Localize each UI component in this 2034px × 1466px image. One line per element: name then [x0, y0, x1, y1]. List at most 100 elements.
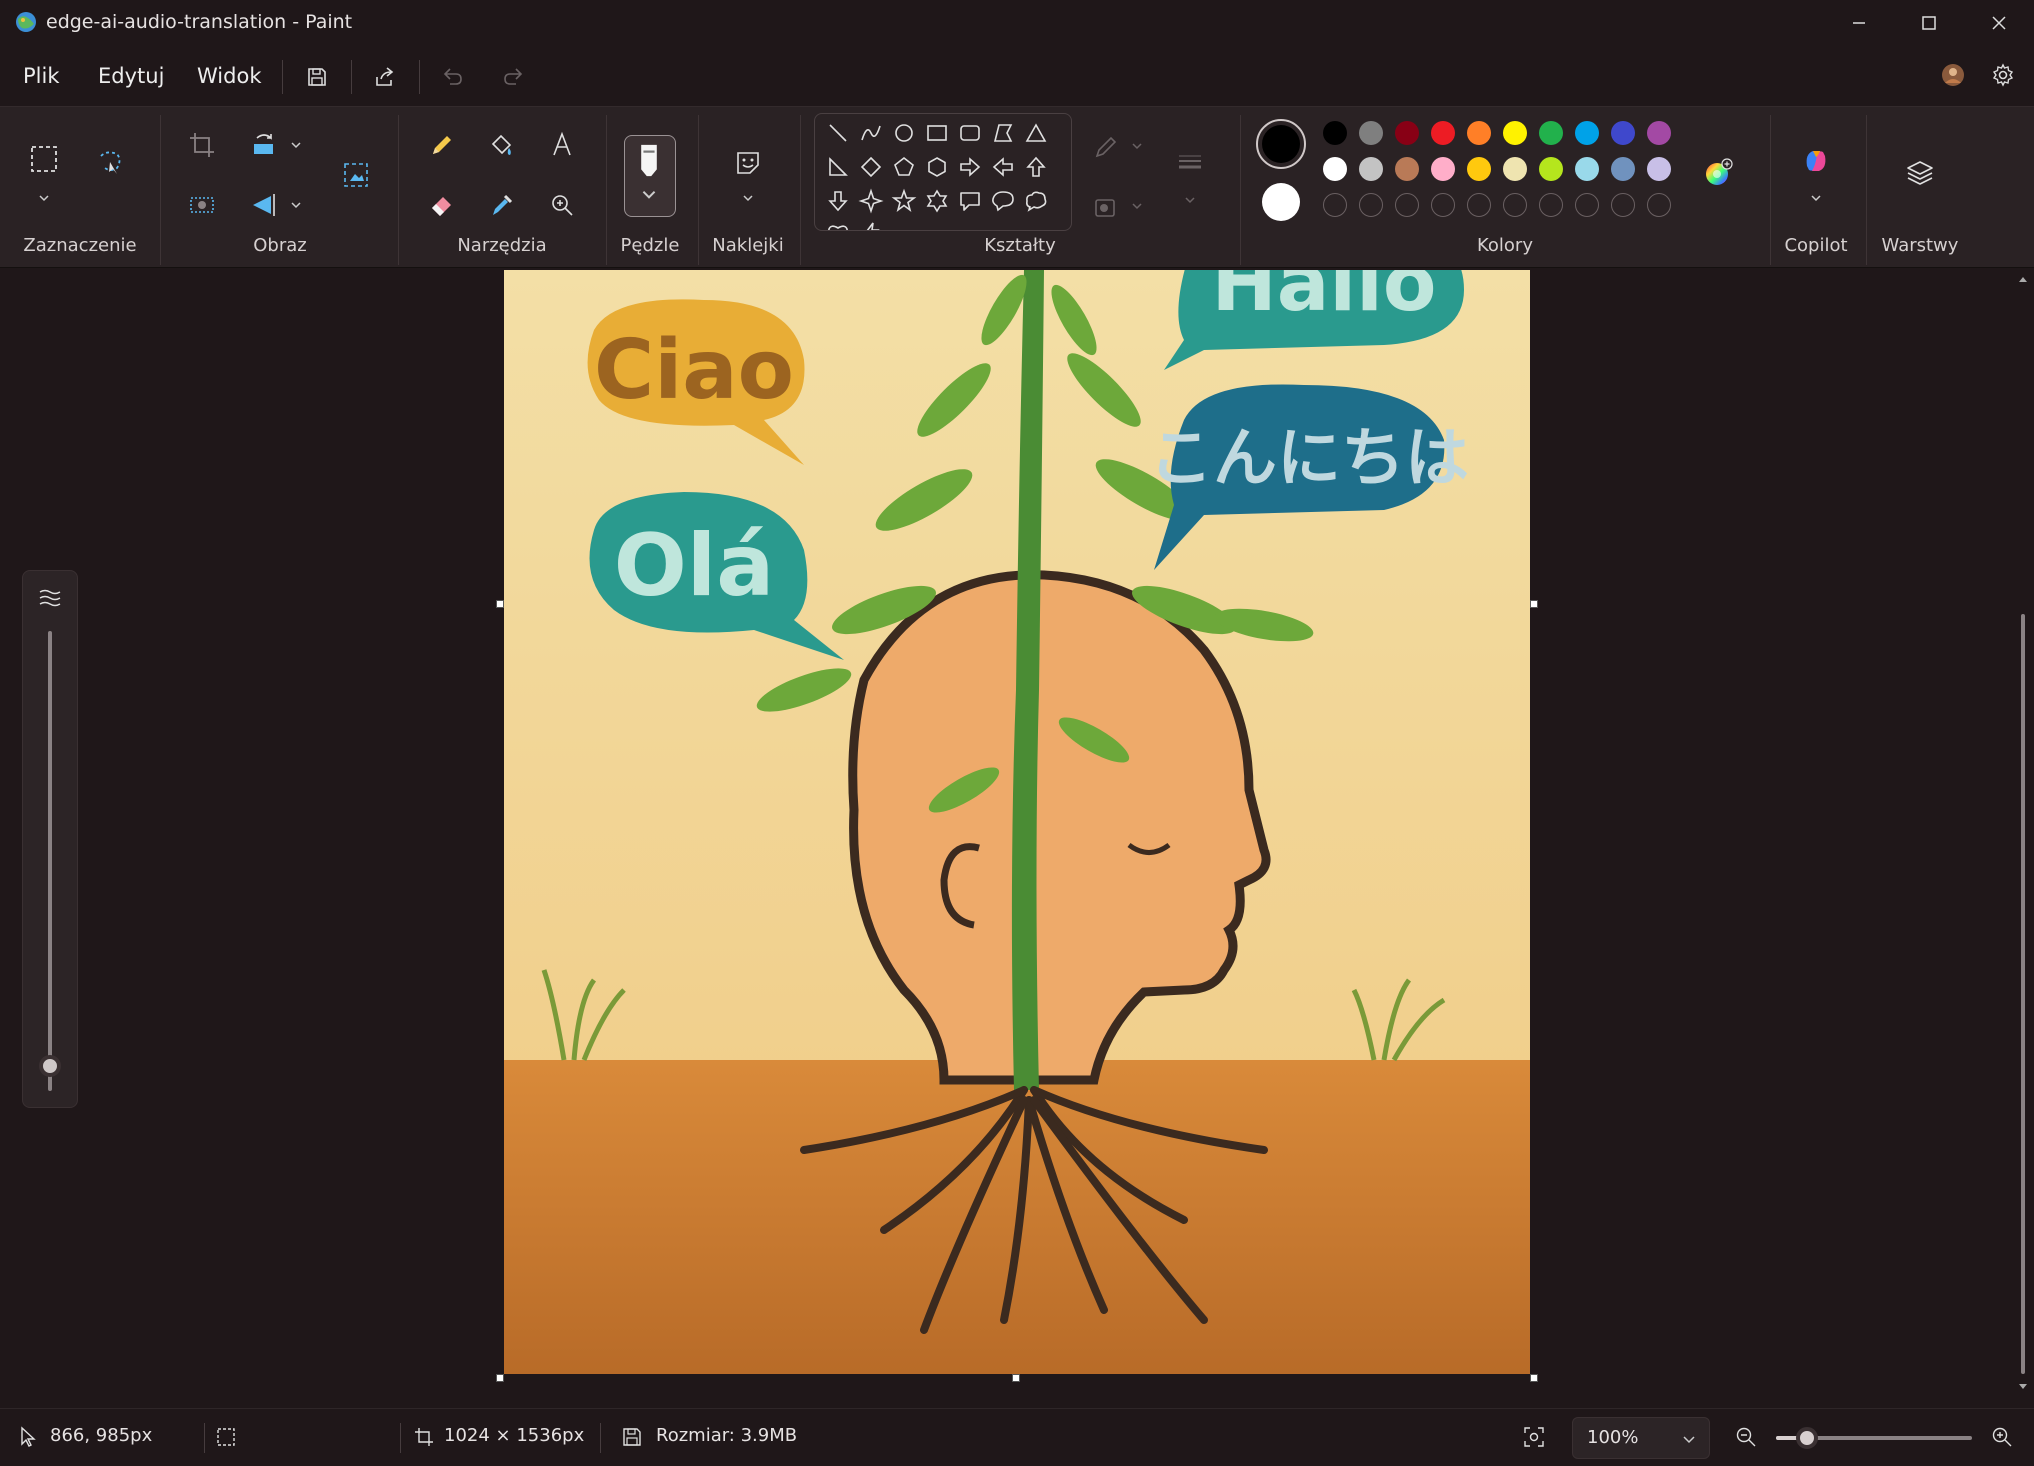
- undo-button[interactable]: [436, 60, 470, 94]
- chevron-down-icon[interactable]: [1809, 191, 1823, 205]
- shape-hexagon[interactable]: [924, 154, 950, 180]
- text-tool[interactable]: [542, 125, 582, 165]
- settings-button[interactable]: [1986, 58, 2020, 92]
- shape-heart[interactable]: [825, 220, 851, 230]
- custom-color-slot[interactable]: [1359, 193, 1383, 217]
- magnifier-tool[interactable]: [542, 185, 582, 225]
- shape-five-point-star[interactable]: [891, 188, 917, 214]
- color-swatch[interactable]: [1467, 121, 1491, 145]
- rectangle-select-button[interactable]: [24, 139, 64, 179]
- color-swatch[interactable]: [1503, 157, 1527, 181]
- color-swatch[interactable]: [1359, 157, 1383, 181]
- custom-color-slot[interactable]: [1503, 193, 1527, 217]
- color-swatch[interactable]: [1323, 121, 1347, 145]
- background-removal-button[interactable]: [182, 185, 222, 225]
- shape-polygon[interactable]: [990, 120, 1016, 146]
- shape-right-arrow[interactable]: [957, 154, 983, 180]
- maximize-button[interactable]: [1894, 0, 1964, 46]
- chevron-down-icon[interactable]: [741, 191, 755, 205]
- canvas-resize-handle-bottom[interactable]: [1012, 1374, 1020, 1382]
- layers-button[interactable]: [1900, 153, 1940, 193]
- share-button[interactable]: [368, 60, 402, 94]
- shape-six-point-star[interactable]: [924, 188, 950, 214]
- canvas-resize-handle-bottom-left[interactable]: [496, 1374, 504, 1382]
- close-button[interactable]: [1964, 0, 2034, 46]
- color-swatch[interactable]: [1431, 121, 1455, 145]
- shape-rounded-rectangle[interactable]: [957, 120, 983, 146]
- menu-file[interactable]: Plik: [23, 64, 60, 88]
- shape-four-point-star[interactable]: [858, 188, 884, 214]
- color-swatch[interactable]: [1359, 121, 1383, 145]
- color-swatch[interactable]: [1467, 157, 1491, 181]
- color-swatch[interactable]: [1431, 157, 1455, 181]
- secondary-color[interactable]: [1262, 183, 1300, 221]
- shape-rectangle[interactable]: [924, 120, 950, 146]
- minimize-button[interactable]: [1824, 0, 1894, 46]
- shape-up-arrow[interactable]: [1023, 154, 1049, 180]
- chevron-down-icon[interactable]: [37, 191, 51, 205]
- scrollbar-thumb[interactable]: [2021, 614, 2025, 1374]
- fit-to-window-icon[interactable]: [1522, 1425, 1546, 1449]
- eraser-tool[interactable]: [422, 185, 462, 225]
- color-swatch[interactable]: [1395, 121, 1419, 145]
- shape-rect-callout[interactable]: [957, 188, 983, 214]
- line-size-button[interactable]: [1170, 143, 1210, 183]
- color-swatch[interactable]: [1647, 157, 1671, 181]
- vertical-scrollbar[interactable]: [2018, 274, 2028, 1394]
- shape-oval-callout[interactable]: [990, 188, 1016, 214]
- shape-outline-button[interactable]: [1086, 127, 1126, 167]
- color-picker-tool[interactable]: [482, 185, 522, 225]
- primary-color[interactable]: [1256, 119, 1306, 169]
- canvas-resize-handle-bottom-right[interactable]: [1530, 1374, 1538, 1382]
- chevron-down-icon[interactable]: [289, 138, 303, 152]
- custom-color-slot[interactable]: [1323, 193, 1347, 217]
- fill-tool[interactable]: [482, 125, 522, 165]
- free-select-button[interactable]: [90, 143, 130, 183]
- shape-pentagon[interactable]: [891, 154, 917, 180]
- drawing-canvas[interactable]: Ciao Hallo こんにちは Olá: [504, 270, 1530, 1374]
- zoom-out-icon[interactable]: [1734, 1425, 1758, 1449]
- shape-diamond[interactable]: [858, 154, 884, 180]
- menu-edit[interactable]: Edytuj: [98, 64, 164, 88]
- shape-triangle[interactable]: [1023, 120, 1049, 146]
- zoom-slider-thumb[interactable]: [1796, 1427, 1819, 1449]
- shape-fill-button[interactable]: [1086, 187, 1126, 227]
- custom-color-slot[interactable]: [1467, 193, 1491, 217]
- menu-view[interactable]: Widok: [197, 64, 261, 88]
- shape-lightning[interactable]: [858, 220, 884, 230]
- color-swatch[interactable]: [1611, 121, 1635, 145]
- custom-color-slot[interactable]: [1647, 193, 1671, 217]
- color-swatch[interactable]: [1575, 157, 1599, 181]
- zoom-level-dropdown[interactable]: 100%: [1572, 1417, 1710, 1459]
- brush-size-track[interactable]: [48, 631, 52, 1091]
- custom-color-slot[interactable]: [1575, 193, 1599, 217]
- shape-line[interactable]: [825, 120, 851, 146]
- custom-color-slot[interactable]: [1395, 193, 1419, 217]
- color-swatch[interactable]: [1395, 157, 1419, 181]
- rotate-button[interactable]: [244, 125, 284, 165]
- canvas-resize-handle-left[interactable]: [496, 600, 504, 608]
- custom-color-slot[interactable]: [1539, 193, 1563, 217]
- crop-button[interactable]: [182, 125, 222, 165]
- color-swatch[interactable]: [1647, 121, 1671, 145]
- color-swatch[interactable]: [1323, 157, 1347, 181]
- color-swatch[interactable]: [1539, 157, 1563, 181]
- flip-button[interactable]: [244, 185, 284, 225]
- shape-cloud-callout[interactable]: [1023, 188, 1049, 214]
- copilot-button[interactable]: [1796, 141, 1836, 181]
- shape-curve[interactable]: [858, 120, 884, 146]
- redo-button[interactable]: [496, 60, 530, 94]
- pencil-tool[interactable]: [422, 125, 462, 165]
- zoom-slider[interactable]: [1776, 1427, 1972, 1449]
- zoom-in-icon[interactable]: [1990, 1425, 2014, 1449]
- shape-oval[interactable]: [891, 120, 917, 146]
- shape-down-arrow[interactable]: [825, 188, 851, 214]
- account-avatar[interactable]: [1936, 58, 1970, 92]
- shape-left-arrow[interactable]: [990, 154, 1016, 180]
- brushes-button[interactable]: [624, 135, 676, 217]
- resize-button[interactable]: [336, 155, 376, 195]
- color-swatch[interactable]: [1539, 121, 1563, 145]
- brush-size-thumb[interactable]: [39, 1055, 61, 1077]
- shape-right-triangle[interactable]: [825, 154, 851, 180]
- canvas-resize-handle-right[interactable]: [1530, 600, 1538, 608]
